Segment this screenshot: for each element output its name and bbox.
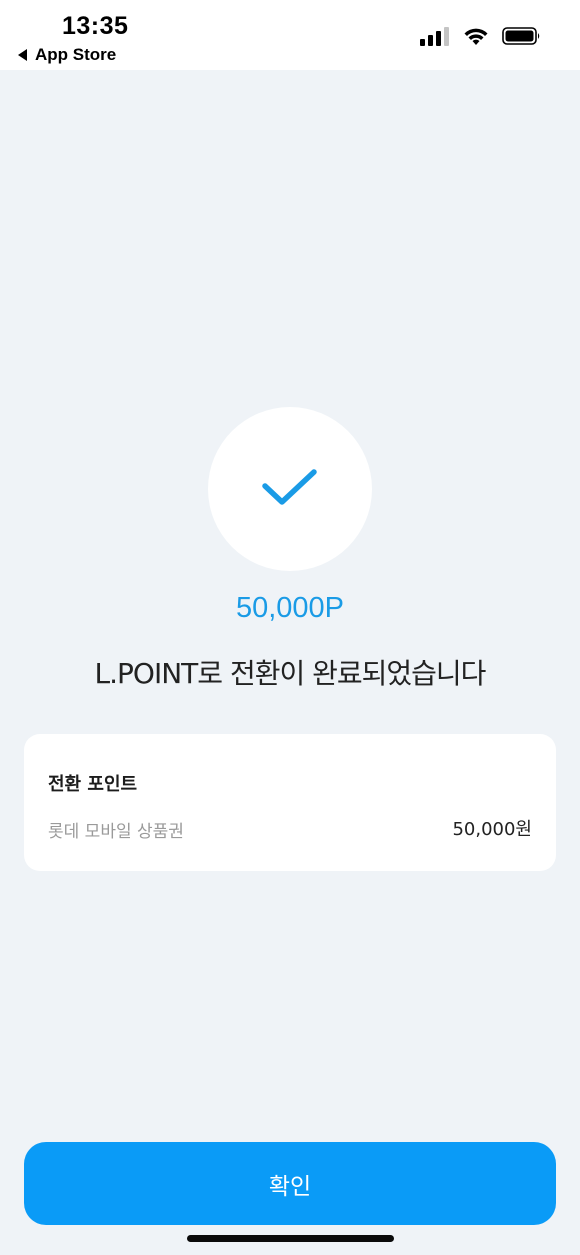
card-title: 전환 포인트: [48, 774, 138, 795]
voucher-amount: 50,000원: [452, 819, 532, 840]
success-check-circle: [208, 407, 372, 571]
back-to-app-store[interactable]: App Store: [18, 45, 116, 65]
back-app-label: App Store: [35, 45, 117, 64]
checkmark-icon: [262, 469, 317, 505]
signal-icon: [420, 27, 449, 46]
home-indicator[interactable]: [187, 1235, 394, 1242]
conversion-detail-card: 전환 포인트 롯데 모바일 상품권 50,000원: [24, 734, 556, 871]
confirm-button[interactable]: 확인: [24, 1142, 556, 1225]
conversion-complete-screen: 13:35 App Store 50,000P L.POINT로 전환이 완료되…: [0, 0, 580, 1255]
wifi-icon: [464, 28, 488, 45]
voucher-label: 롯데 모바일 상품권: [48, 822, 184, 842]
back-triangle-icon: [18, 49, 27, 61]
status-icons: [420, 26, 542, 46]
status-bar: 13:35 App Store: [0, 0, 580, 70]
completion-message: L.POINT로 전환이 완료되었습니다: [94, 657, 487, 690]
battery-icon: [502, 27, 540, 45]
status-time: 13:35: [62, 12, 129, 40]
converted-points: 50,000P: [235, 592, 345, 624]
